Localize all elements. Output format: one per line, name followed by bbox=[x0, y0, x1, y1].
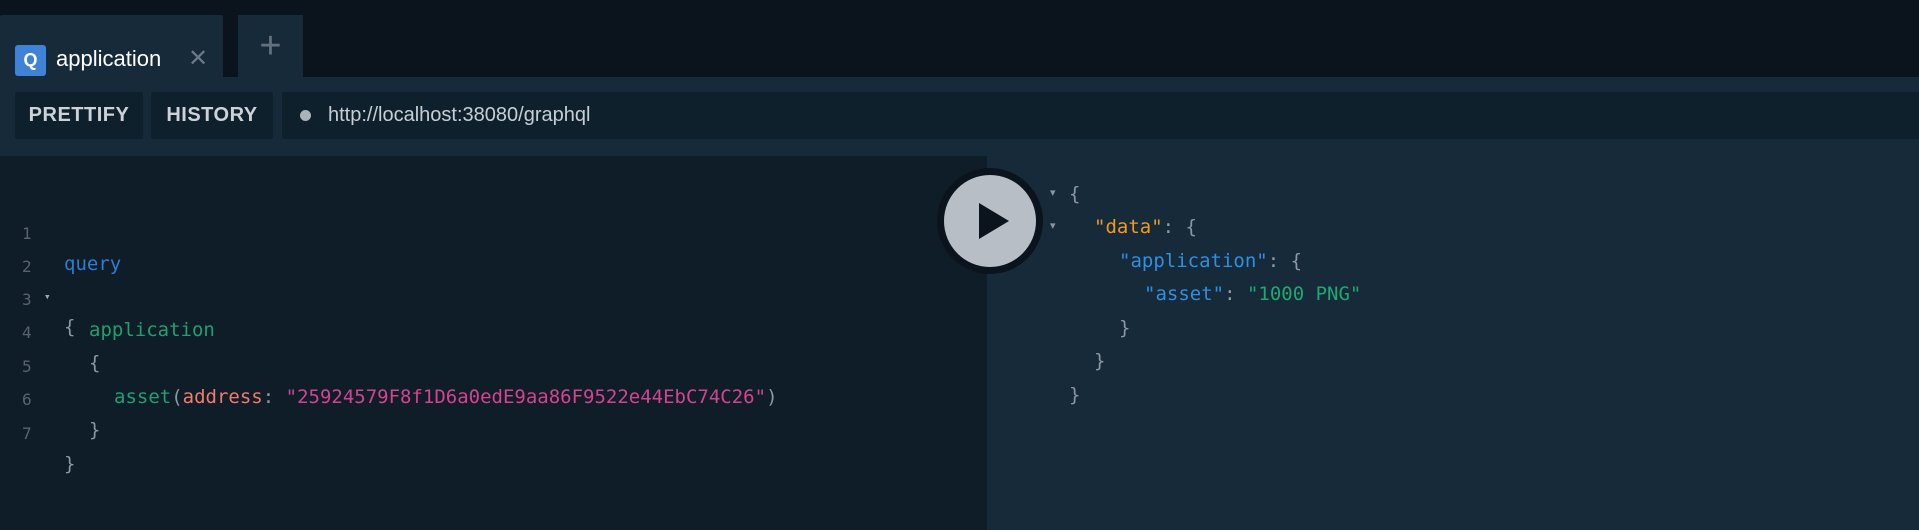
play-icon bbox=[979, 203, 1009, 239]
result-line: "data": { bbox=[1094, 212, 1197, 242]
history-button[interactable]: HISTORY bbox=[151, 92, 273, 139]
brace-token: } bbox=[89, 419, 101, 441]
query-editor[interactable]: 1 query 2 ▾ { 3 application 4 { 5 asset(… bbox=[0, 156, 987, 530]
result-line: } bbox=[1069, 380, 1080, 410]
result-line: { bbox=[1069, 179, 1080, 209]
result-line: } bbox=[1094, 346, 1105, 376]
tab-bar: Q application ✕ + bbox=[0, 0, 1919, 77]
colon-token: : bbox=[1267, 250, 1291, 272]
toolbar: PRETTIFY HISTORY http://localhost:38080/… bbox=[0, 77, 1919, 156]
brace-token: } bbox=[1119, 317, 1131, 339]
fold-arrow-icon[interactable]: ▾ bbox=[1050, 186, 1056, 199]
fold-arrow-icon[interactable]: ▾ bbox=[1050, 219, 1056, 232]
brace-token: } bbox=[1069, 384, 1081, 406]
line-number: 7 bbox=[22, 424, 32, 443]
prettify-button[interactable]: PRETTIFY bbox=[15, 92, 143, 139]
colon-token: : bbox=[1224, 283, 1247, 305]
endpoint-url-input[interactable]: http://localhost:38080/graphql bbox=[282, 92, 1919, 139]
code-line: 7 } bbox=[0, 389, 987, 475]
result-key: "asset" bbox=[1144, 283, 1225, 305]
code-line: 5 asset(address: "25924579F8f1D6a0edE9aa… bbox=[0, 322, 987, 408]
code-line: 1 query bbox=[0, 189, 987, 275]
result-line: "application": { bbox=[1119, 246, 1302, 276]
endpoint-url: http://localhost:38080/graphql bbox=[328, 104, 591, 126]
result-panel[interactable]: ▾ { ▾ "data": { "application": { "asset"… bbox=[987, 156, 1919, 530]
code-content: } bbox=[89, 415, 100, 445]
connection-status-icon bbox=[300, 110, 311, 121]
close-icon[interactable]: ✕ bbox=[187, 46, 209, 72]
code-line: 6 } bbox=[0, 355, 987, 441]
code-line: 3 application bbox=[0, 255, 987, 341]
result-value: "1000 PNG" bbox=[1246, 283, 1362, 305]
result-key: "application" bbox=[1119, 250, 1268, 272]
code-line: 4 { bbox=[0, 288, 987, 374]
colon-token: : bbox=[1162, 216, 1186, 238]
add-tab-button[interactable]: + bbox=[238, 15, 303, 77]
code-line: 2 ▾ { bbox=[0, 222, 987, 338]
brace-token: { bbox=[1290, 250, 1303, 272]
result-line: "asset": "1000 PNG" bbox=[1144, 279, 1361, 309]
graphql-playground: Q application ✕ + PRETTIFY HISTORY http:… bbox=[0, 0, 1919, 530]
brace-token: } bbox=[1094, 350, 1106, 372]
execute-query-button[interactable] bbox=[944, 175, 1036, 267]
code-content: } bbox=[64, 449, 75, 479]
tab-application[interactable]: Q application ✕ bbox=[0, 15, 223, 77]
result-key: "data" bbox=[1094, 216, 1163, 238]
brace-token: { bbox=[1069, 183, 1081, 205]
brace-token: { bbox=[1185, 216, 1197, 238]
tab-title: application bbox=[56, 46, 162, 71]
query-badge-icon: Q bbox=[15, 45, 46, 76]
brace-token: } bbox=[64, 453, 76, 475]
result-line: } bbox=[1119, 313, 1130, 343]
